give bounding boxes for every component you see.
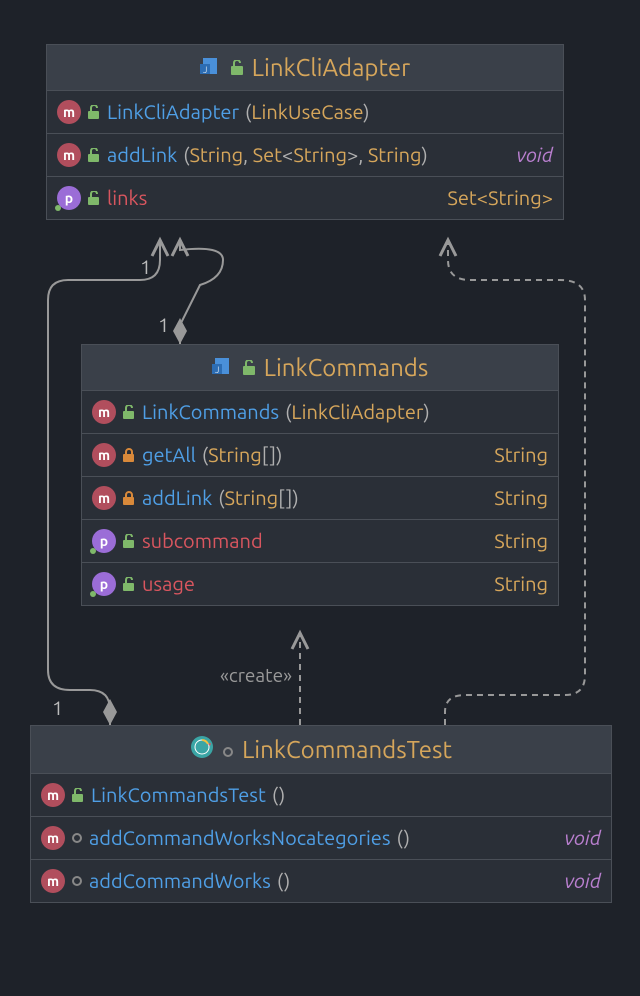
hollow-vis-icon: [71, 875, 83, 887]
method-badge: m: [57, 143, 81, 167]
lock-icon: [122, 491, 136, 506]
return-type: String: [494, 442, 548, 468]
return-type: Set<String>: [447, 185, 553, 211]
property-badge: p: [92, 529, 116, 553]
class-linkcliadapter: J LinkCliAdapter m LinkCliAdapter(LinkUs…: [46, 44, 564, 220]
class-title: J LinkCliAdapter: [47, 45, 563, 91]
member-params: (String[]): [202, 442, 283, 468]
unlock-icon: [122, 405, 136, 420]
return-type: void: [565, 868, 601, 894]
member-name: LinkCommandsTest: [91, 782, 266, 808]
hollow-vis-icon: [71, 832, 83, 844]
method-badge: m: [92, 400, 116, 424]
method-row: m LinkCommands(LinkCliAdapter): [82, 391, 558, 434]
member-params: (String[]): [218, 485, 299, 511]
member-name: subcommand: [142, 528, 263, 554]
class-title: LinkCommandsTest: [31, 726, 611, 774]
unlock-icon: [87, 148, 101, 163]
svg-text:J: J: [215, 365, 219, 375]
return-type: String: [494, 485, 548, 511]
method-row: m addLink(String[]) String: [82, 477, 558, 520]
member-params: (LinkCliAdapter): [285, 399, 430, 425]
return-type: void: [517, 142, 553, 168]
member-params: (): [277, 868, 291, 894]
cardinality-label: 1: [140, 255, 151, 278]
method-row: m addCommandWorksNocategories() void: [31, 817, 611, 860]
property-badge: p: [92, 572, 116, 596]
unlock-icon: [71, 788, 85, 803]
unlock-icon: [87, 191, 101, 206]
test-class-icon: [190, 735, 214, 764]
method-badge: m: [41, 869, 65, 893]
java-file-icon: J: [212, 354, 234, 381]
member-params: (LinkUseCase): [245, 99, 370, 125]
member-params: (): [272, 782, 286, 808]
method-row: m addLink(String, Set<String>, String) vo…: [47, 134, 563, 177]
class-linkcommands: J LinkCommands m LinkCommands(LinkCliAda…: [81, 344, 559, 606]
method-badge: m: [92, 443, 116, 467]
member-name: LinkCliAdapter: [107, 99, 239, 125]
method-row: m addCommandWorks() void: [31, 860, 611, 902]
method-badge: m: [57, 100, 81, 124]
member-name: addCommandWorks: [89, 868, 271, 894]
lock-icon: [122, 448, 136, 463]
member-name: links: [107, 185, 147, 211]
return-type: String: [494, 528, 548, 554]
unlock-icon: [242, 354, 256, 381]
method-row: m LinkCliAdapter(LinkUseCase): [47, 91, 563, 134]
member-name: addCommandWorksNocategories: [89, 825, 391, 851]
class-name: LinkCommands: [264, 354, 429, 381]
return-type: String: [494, 571, 548, 597]
property-badge: p: [57, 186, 81, 210]
create-stereotype: «create»: [220, 664, 292, 686]
property-row: p links Set<String>: [47, 177, 563, 219]
cardinality-label: 1: [158, 313, 169, 336]
member-params: (): [397, 825, 411, 851]
method-row: m LinkCommandsTest(): [31, 774, 611, 817]
class-name: LinkCommandsTest: [242, 736, 452, 763]
class-name: LinkCliAdapter: [252, 54, 410, 81]
member-name: usage: [142, 571, 195, 597]
cardinality-label: 1: [52, 696, 63, 719]
method-badge: m: [41, 826, 65, 850]
member-name: getAll: [142, 442, 196, 468]
member-name: addLink: [142, 485, 212, 511]
unlock-icon: [122, 534, 136, 549]
unlock-icon: [230, 54, 244, 81]
member-name: LinkCommands: [142, 399, 279, 425]
class-linkcommandstest: LinkCommandsTest m LinkCommandsTest()m a…: [30, 725, 612, 903]
svg-text:J: J: [203, 65, 207, 75]
method-badge: m: [41, 783, 65, 807]
hollow-vis-icon: [222, 736, 234, 763]
method-row: m getAll(String[]) String: [82, 434, 558, 477]
member-name: addLink: [107, 142, 177, 168]
return-type: void: [565, 825, 601, 851]
method-badge: m: [92, 486, 116, 510]
unlock-icon: [122, 577, 136, 592]
member-params: (String, Set<String>, String): [183, 142, 428, 168]
class-title: J LinkCommands: [82, 345, 558, 391]
property-row: p usage String: [82, 563, 558, 605]
java-file-icon: J: [200, 54, 222, 81]
unlock-icon: [87, 105, 101, 120]
property-row: p subcommand String: [82, 520, 558, 563]
